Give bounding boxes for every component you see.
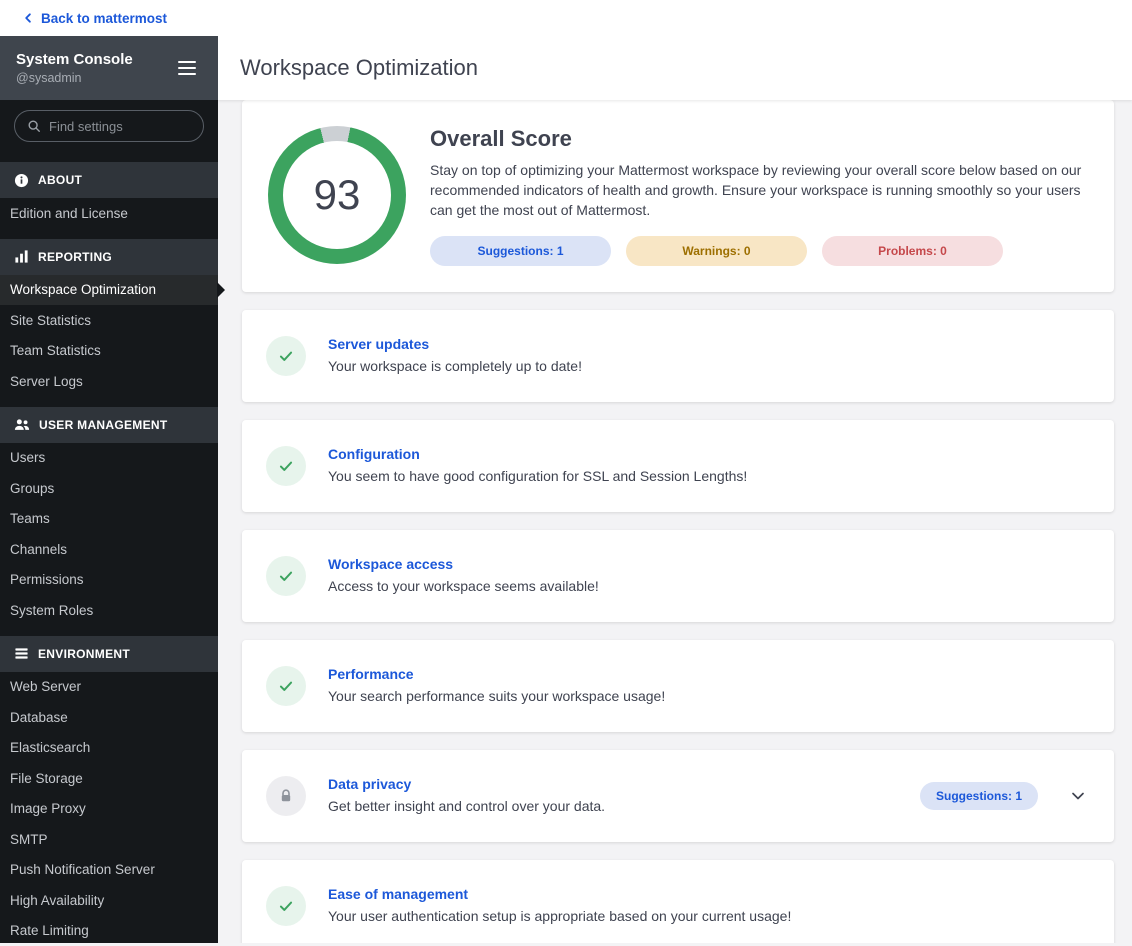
card-configuration: Configuration You seem to have good conf… <box>242 420 1114 512</box>
sidebar-item-file-storage[interactable]: File Storage <box>0 763 218 794</box>
lock-icon <box>266 776 306 816</box>
overall-score-ring: 93 <box>268 126 406 264</box>
sidebar-item-image-proxy[interactable]: Image Proxy <box>0 794 218 825</box>
section-label-about: ABOUT <box>38 173 82 187</box>
card-title-server-updates[interactable]: Server updates <box>328 336 429 352</box>
card-desc-configuration: You seem to have good configuration for … <box>328 467 747 486</box>
overall-score-heading: Overall Score <box>430 126 1088 152</box>
sidebar-item-permissions[interactable]: Permissions <box>0 565 218 596</box>
content-area: 93 Overall Score Stay on top of optimizi… <box>218 100 1132 943</box>
sidebar-item-workspace-optimization[interactable]: Workspace Optimization <box>0 275 218 306</box>
card-right-controls: Suggestions: 1 <box>920 782 1090 810</box>
back-link-label: Back to mattermost <box>41 11 167 26</box>
check-circle-icon <box>266 556 306 596</box>
section-header-user-management: USER MANAGEMENT <box>0 407 218 443</box>
card-title-ease-of-management[interactable]: Ease of management <box>328 886 468 902</box>
card-desc-ease-of-management: Your user authentication setup is approp… <box>328 907 791 926</box>
card-server-updates: Server updates Your workspace is complet… <box>242 310 1114 402</box>
back-link[interactable]: Back to mattermost <box>23 11 167 26</box>
card-text: Workspace access Access to your workspac… <box>328 556 599 596</box>
card-text: Performance Your search performance suit… <box>328 666 665 706</box>
card-desc-data-privacy: Get better insight and control over your… <box>328 797 605 816</box>
sidebar-item-database[interactable]: Database <box>0 702 218 733</box>
sidebar-item-groups[interactable]: Groups <box>0 473 218 504</box>
bar-chart-icon <box>14 249 29 264</box>
section-header-reporting: REPORTING <box>0 239 218 275</box>
warnings-badge: Warnings: 0 <box>626 236 807 266</box>
section-label-user-management: USER MANAGEMENT <box>39 418 168 432</box>
sidebar-item-server-logs[interactable]: Server Logs <box>0 366 218 397</box>
section-label-environment: ENVIRONMENT <box>38 647 130 661</box>
section-header-about: ABOUT <box>0 162 218 198</box>
card-text: Configuration You seem to have good conf… <box>328 446 747 486</box>
sidebar-item-users[interactable]: Users <box>0 443 218 474</box>
sidebar-item-channels[interactable]: Channels <box>0 534 218 565</box>
card-title-configuration[interactable]: Configuration <box>328 446 420 462</box>
sidebar: System Console @sysadmin ABOUT Edition a… <box>0 36 218 943</box>
card-data-privacy: Data privacy Get better insight and cont… <box>242 750 1114 842</box>
overall-score-value: 93 <box>314 171 361 219</box>
sidebar-item-smtp[interactable]: SMTP <box>0 824 218 855</box>
overall-score-card: 93 Overall Score Stay on top of optimizi… <box>242 100 1114 292</box>
chevron-left-icon <box>23 12 34 24</box>
card-title-performance[interactable]: Performance <box>328 666 414 682</box>
section-header-environment: ENVIRONMENT <box>0 636 218 672</box>
card-ease-of-management: Ease of management Your user authenticat… <box>242 860 1114 943</box>
sidebar-item-site-statistics[interactable]: Site Statistics <box>0 305 218 336</box>
sidebar-item-team-statistics[interactable]: Team Statistics <box>0 336 218 367</box>
overall-score-ring-inner: 93 <box>283 141 391 249</box>
page-header: Workspace Optimization <box>218 36 1132 100</box>
users-icon <box>14 417 30 432</box>
sidebar-item-edition-and-license[interactable]: Edition and License <box>0 198 218 229</box>
search-box <box>14 110 204 142</box>
page-title: Workspace Optimization <box>240 55 478 81</box>
suggestions-badge-small: Suggestions: 1 <box>920 782 1038 810</box>
check-circle-icon <box>266 336 306 376</box>
card-text: Ease of management Your user authenticat… <box>328 886 791 926</box>
main-area: Workspace Optimization 93 Overall Score … <box>218 36 1132 943</box>
card-text: Data privacy Get better insight and cont… <box>328 776 605 816</box>
card-desc-server-updates: Your workspace is completely up to date! <box>328 357 582 376</box>
console-identity: System Console @sysadmin <box>16 50 133 87</box>
search-input[interactable] <box>49 119 191 134</box>
suggestions-badge: Suggestions: 1 <box>430 236 611 266</box>
sidebar-item-teams[interactable]: Teams <box>0 504 218 535</box>
sidebar-item-rate-limiting[interactable]: Rate Limiting <box>0 916 218 946</box>
sidebar-item-elasticsearch[interactable]: Elasticsearch <box>0 733 218 764</box>
problems-badge: Problems: 0 <box>822 236 1003 266</box>
sidebar-nav: ABOUT Edition and License REPORTING Work… <box>0 162 218 946</box>
overall-score-description: Stay on top of optimizing your Mattermos… <box>430 160 1088 220</box>
top-bar: Back to mattermost <box>0 0 1132 36</box>
info-icon <box>14 173 29 188</box>
search-icon <box>27 119 41 133</box>
sidebar-item-web-server[interactable]: Web Server <box>0 672 218 703</box>
server-icon <box>14 646 29 661</box>
chevron-down-icon[interactable] <box>1066 784 1090 808</box>
card-desc-workspace-access: Access to your workspace seems available… <box>328 577 599 596</box>
menu-icon[interactable] <box>174 57 200 79</box>
search-wrap <box>0 100 218 152</box>
card-title-data-privacy[interactable]: Data privacy <box>328 776 411 792</box>
check-circle-icon <box>266 666 306 706</box>
overall-badges: Suggestions: 1 Warnings: 0 Problems: 0 <box>430 236 1088 266</box>
sidebar-item-push-notification-server[interactable]: Push Notification Server <box>0 855 218 886</box>
console-title: System Console <box>16 50 133 70</box>
card-text: Server updates Your workspace is complet… <box>328 336 582 376</box>
console-username: @sysadmin <box>16 70 133 87</box>
card-performance: Performance Your search performance suit… <box>242 640 1114 732</box>
sidebar-item-high-availability[interactable]: High Availability <box>0 885 218 916</box>
sidebar-item-system-roles[interactable]: System Roles <box>0 595 218 626</box>
card-title-workspace-access[interactable]: Workspace access <box>328 556 453 572</box>
section-label-reporting: REPORTING <box>38 250 112 264</box>
overall-score-info: Overall Score Stay on top of optimizing … <box>430 126 1088 266</box>
check-circle-icon <box>266 446 306 486</box>
card-desc-performance: Your search performance suits your works… <box>328 687 665 706</box>
card-workspace-access: Workspace access Access to your workspac… <box>242 530 1114 622</box>
sidebar-header: System Console @sysadmin <box>0 36 218 100</box>
check-circle-icon <box>266 886 306 926</box>
